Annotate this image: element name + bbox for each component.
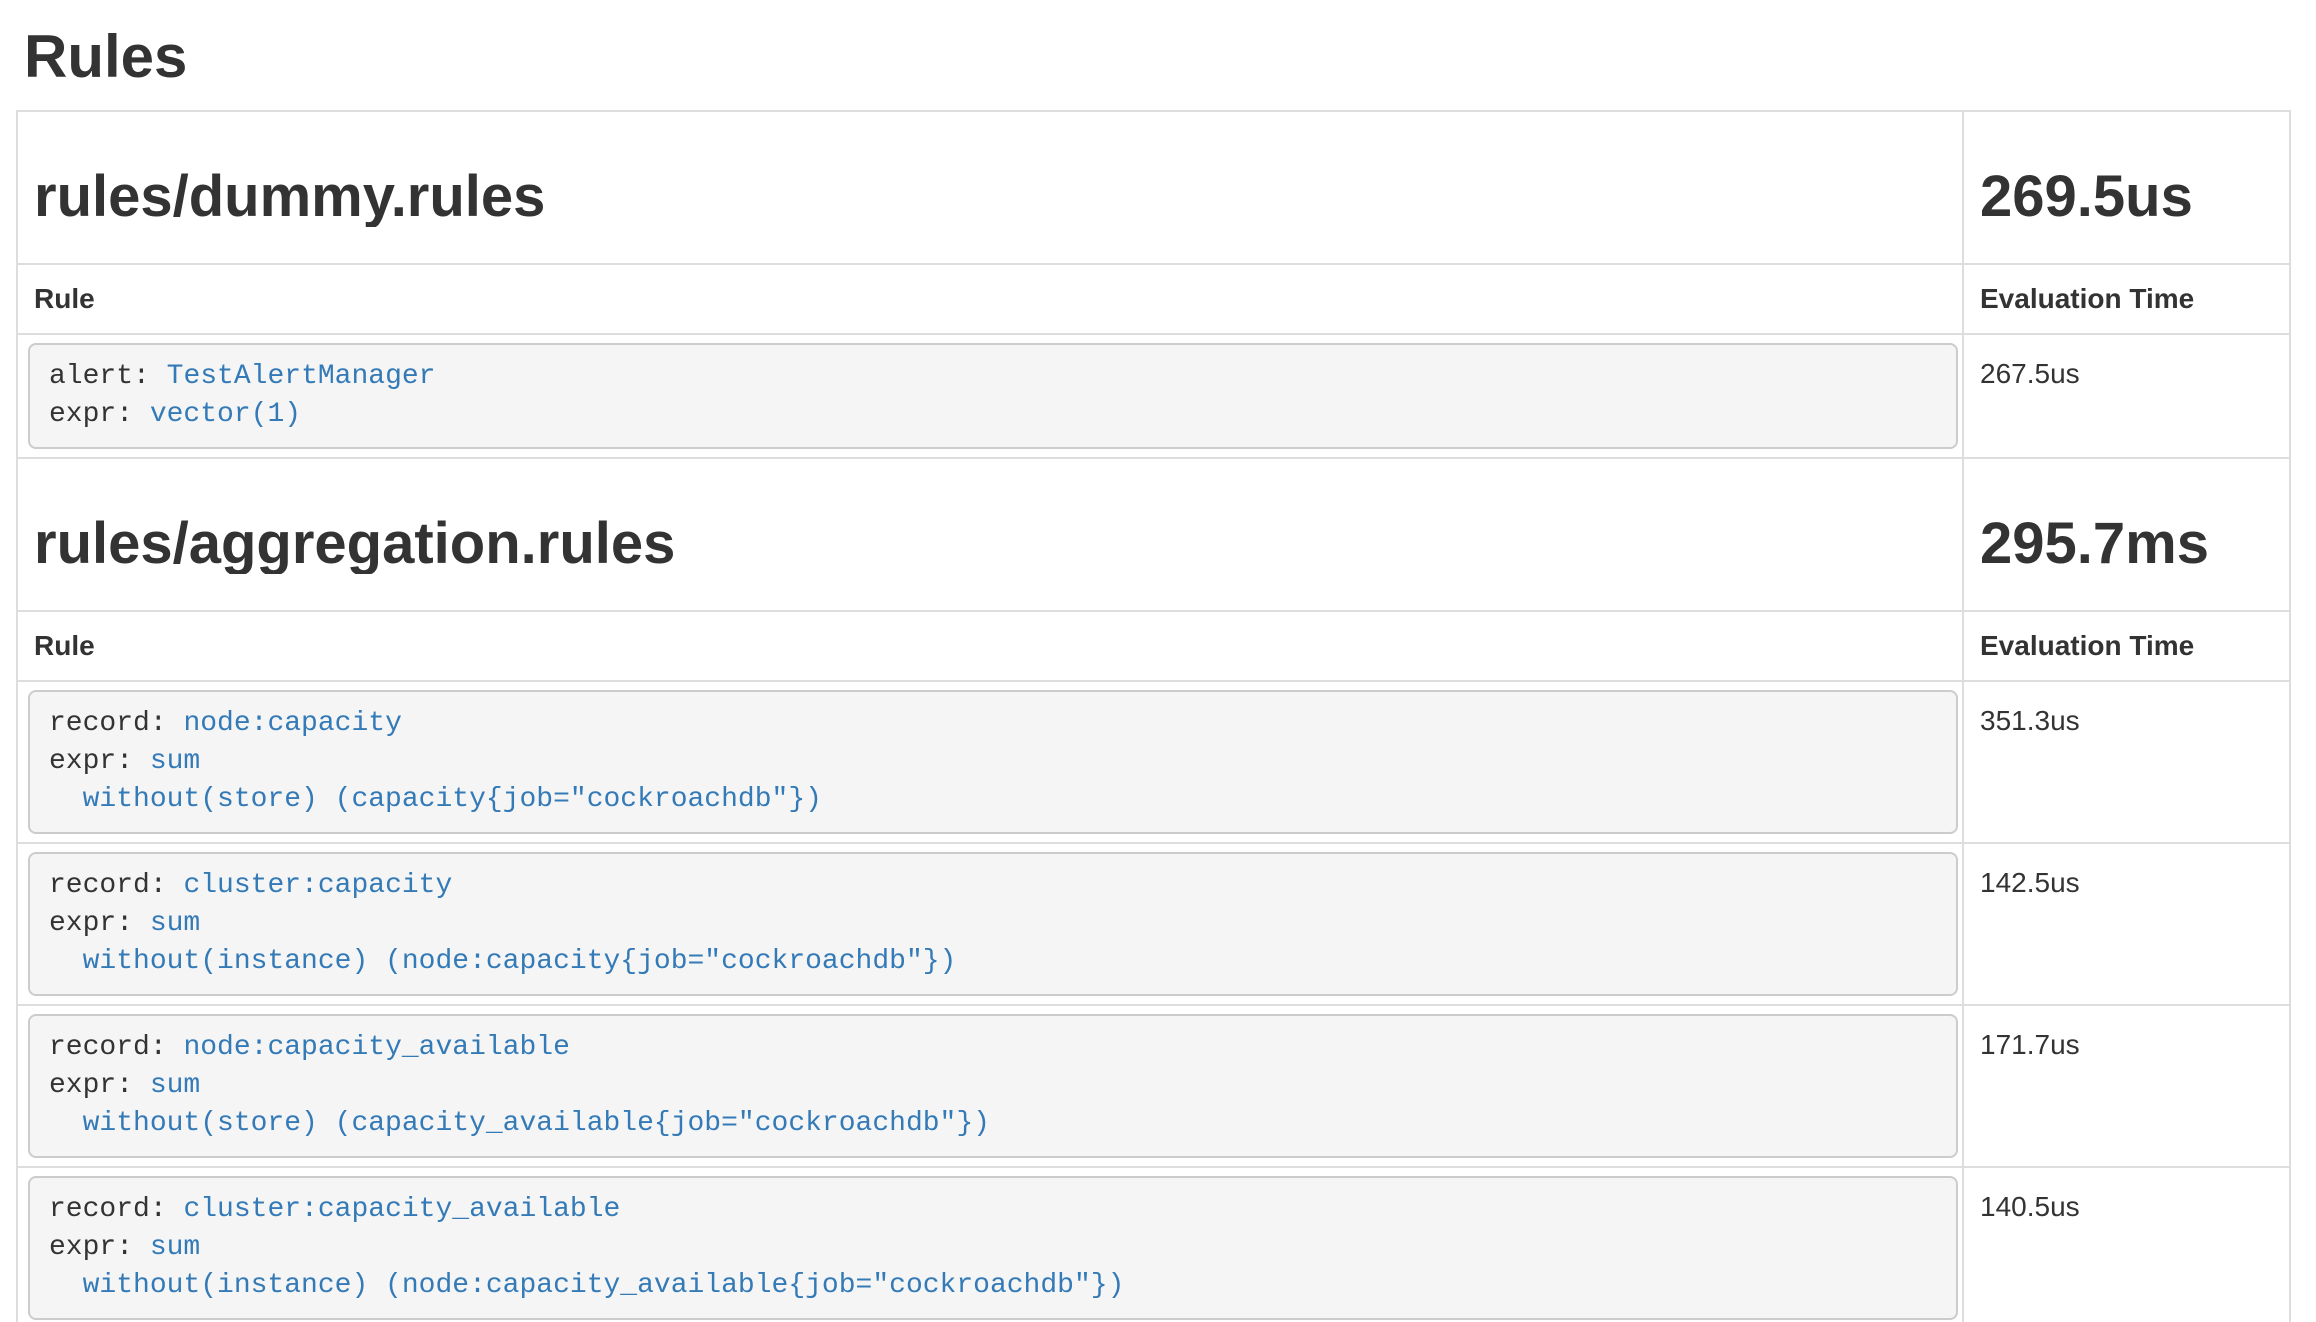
page-title: Rules bbox=[24, 24, 2291, 90]
rule-definition: alert: TestAlertManager expr: vector(1) bbox=[28, 343, 1958, 449]
group-total-time-cell: 269.5us bbox=[1963, 111, 2290, 264]
rule-link[interactable]: cluster:capacity_available bbox=[183, 1194, 620, 1225]
rule-row: record: cluster:capacity expr: sum witho… bbox=[17, 843, 2290, 1005]
rule-group: rules/aggregation.rules 295.7ms RuleEvalua… bbox=[17, 458, 2290, 1322]
column-header-row: RuleEvaluation Time bbox=[17, 264, 2290, 334]
rule-eval-time: 142.5us bbox=[1963, 843, 2290, 1005]
rules-page: Rules rules/dummy.rules269.5usRuleEvalua… bbox=[0, 24, 2316, 1322]
rule-link[interactable]: sum without(instance) (node:capacity_ava… bbox=[49, 1232, 1124, 1301]
group-total-eval-time: 295.7ms bbox=[1980, 513, 2273, 574]
rule-link[interactable]: node:capacity_available bbox=[183, 1032, 569, 1063]
rule-cell: record: cluster:capacity_available expr:… bbox=[17, 1167, 1963, 1322]
rule-group: rules/dummy.rules 269.5us RuleEvaluation T… bbox=[17, 111, 2290, 458]
rule-keyword: record: bbox=[49, 870, 167, 901]
rule-keyword: expr: bbox=[49, 908, 133, 939]
rule-eval-time: 140.5us bbox=[1963, 1167, 2290, 1322]
rule-eval-time: 171.7us bbox=[1963, 1005, 2290, 1167]
rule-keyword: record: bbox=[49, 708, 167, 739]
eval-time-column-header: Evaluation Time bbox=[1963, 264, 2290, 334]
rule-row: alert: TestAlertManager expr: vector(1)2… bbox=[17, 334, 2290, 458]
rule-row: record: cluster:capacity_available expr:… bbox=[17, 1167, 2290, 1322]
rule-row: record: node:capacity expr: sum without(… bbox=[17, 681, 2290, 843]
rule-definition: record: cluster:capacity_available expr:… bbox=[28, 1176, 1958, 1320]
rule-keyword: alert: bbox=[49, 361, 150, 392]
group-file-cell: rules/aggregation.rules bbox=[17, 458, 1963, 611]
rule-keyword: record: bbox=[49, 1032, 167, 1063]
rule-keyword: record: bbox=[49, 1194, 167, 1225]
rule-eval-time: 267.5us bbox=[1963, 334, 2290, 458]
rule-keyword: expr: bbox=[49, 746, 133, 777]
rule-column-header: Rule bbox=[17, 264, 1963, 334]
rule-link[interactable]: TestAlertManager bbox=[167, 361, 436, 392]
rule-row: record: node:capacity_available expr: su… bbox=[17, 1005, 2290, 1167]
group-file-name: rules/aggregation.rules bbox=[34, 513, 1946, 574]
group-total-eval-time: 269.5us bbox=[1980, 166, 2273, 227]
rule-link[interactable]: sum without(instance) (node:capacity{job… bbox=[49, 908, 956, 977]
group-header-row: rules/dummy.rules 269.5us bbox=[17, 111, 2290, 264]
group-total-time-cell: 295.7ms bbox=[1963, 458, 2290, 611]
rule-cell: record: cluster:capacity expr: sum witho… bbox=[17, 843, 1963, 1005]
group-header-row: rules/aggregation.rules 295.7ms bbox=[17, 458, 2290, 611]
rule-definition: record: node:capacity expr: sum without(… bbox=[28, 690, 1958, 834]
rule-link[interactable]: vector(1) bbox=[150, 399, 301, 430]
rule-definition: record: cluster:capacity expr: sum witho… bbox=[28, 852, 1958, 996]
rule-cell: alert: TestAlertManager expr: vector(1) bbox=[17, 334, 1963, 458]
rules-table: rules/dummy.rules269.5usRuleEvaluation T… bbox=[16, 110, 2291, 1322]
group-file-cell: rules/dummy.rules bbox=[17, 111, 1963, 264]
rule-link[interactable]: sum without(store) (capacity_available{j… bbox=[49, 1070, 990, 1139]
rule-keyword: expr: bbox=[49, 1232, 133, 1263]
rule-keyword: expr: bbox=[49, 1070, 133, 1101]
rule-cell: record: node:capacity_available expr: su… bbox=[17, 1005, 1963, 1167]
group-file-name: rules/dummy.rules bbox=[34, 166, 1946, 227]
rule-column-header: Rule bbox=[17, 611, 1963, 681]
rule-link[interactable]: cluster:capacity bbox=[183, 870, 452, 901]
rule-eval-time: 351.3us bbox=[1963, 681, 2290, 843]
rule-definition: record: node:capacity_available expr: su… bbox=[28, 1014, 1958, 1158]
eval-time-column-header: Evaluation Time bbox=[1963, 611, 2290, 681]
column-header-row: RuleEvaluation Time bbox=[17, 611, 2290, 681]
rule-keyword: expr: bbox=[49, 399, 133, 430]
rule-cell: record: node:capacity expr: sum without(… bbox=[17, 681, 1963, 843]
rule-link[interactable]: sum without(store) (capacity{job="cockro… bbox=[49, 746, 822, 815]
rule-link[interactable]: node:capacity bbox=[183, 708, 401, 739]
